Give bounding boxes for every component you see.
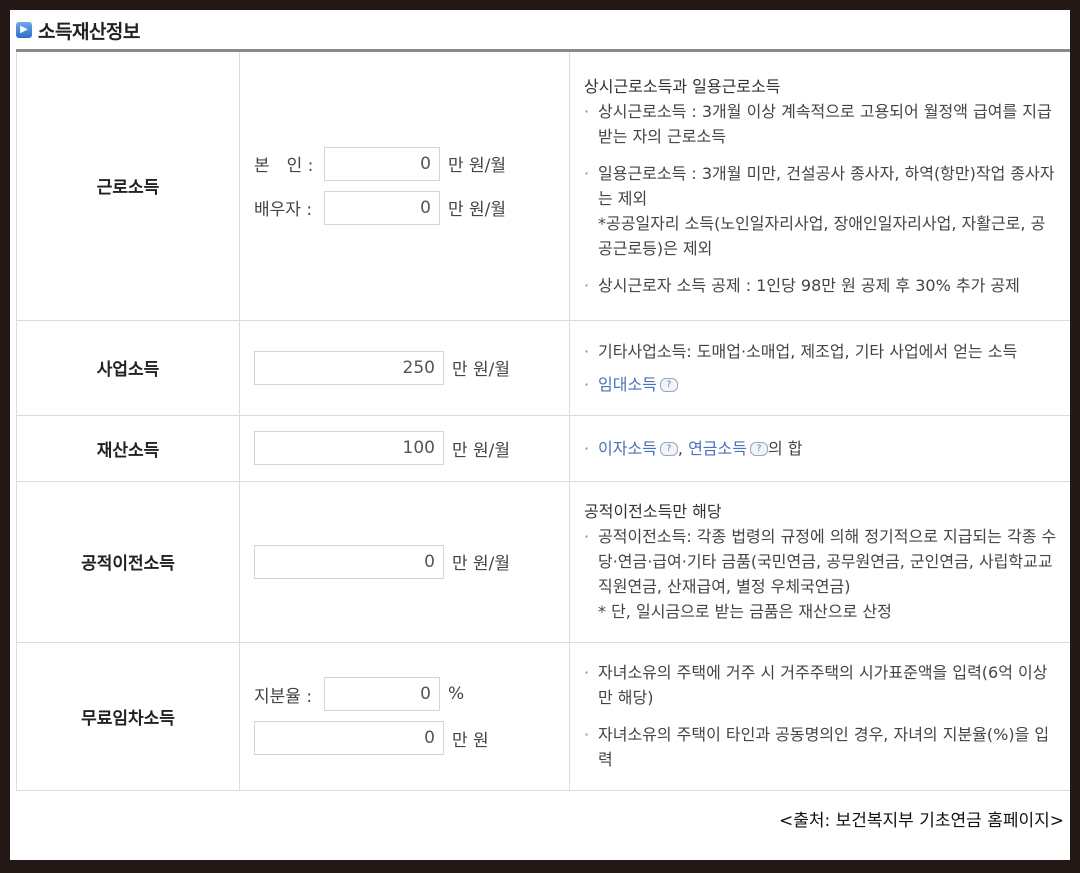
- income-property-panel: ▶ 소득재산정보 근로소득 본 인 : 0 만 원/월 배우자 : 0 만 원/…: [10, 10, 1070, 860]
- table-row-business-income: 사업소득 250 만 원/월 기타사업소득: 도매업·소매업, 제조업, 기타 …: [16, 320, 1070, 416]
- earned-self-input[interactable]: 0: [324, 146, 440, 181]
- help-bubble-icon[interactable]: ?: [659, 442, 678, 456]
- transfer-description: 공적이전소득만 해당 공적이전소득: 각종 법령의 규정에 의해 정기적으로 지…: [569, 481, 1070, 643]
- section-arrow-icon: ▶: [16, 22, 32, 38]
- earned-spouse-input[interactable]: 0: [324, 190, 440, 225]
- share-ratio-input[interactable]: 0: [324, 677, 440, 711]
- earned-desc-head: 상시근로소득과 일용근로소득: [584, 76, 781, 96]
- table-row-rentfree-income: 무료임차소득 지분율 : 0 % 0 만 원 자녀소유의 주택에 거주 시 거주…: [16, 642, 1070, 791]
- business-unit: 만 원/월: [452, 360, 511, 380]
- transfer-unit: 만 원/월: [452, 554, 511, 574]
- business-income-input[interactable]: 250: [254, 350, 444, 385]
- earned-spouse-unit: 만 원/월: [448, 200, 507, 221]
- property-description: 이자소득?, 연금소득?의 합: [569, 415, 1070, 482]
- rentfree-description: 자녀소유의 주택에 거주 시 거주주택의 시가표준액을 입력(6억 이상만 해당…: [569, 642, 1070, 791]
- earned-input-cell: 본 인 : 0 만 원/월 배우자 : 0 만 원/월: [239, 52, 570, 321]
- row-label-transfer: 공적이전소득: [16, 481, 240, 643]
- share-unit: %: [448, 684, 465, 704]
- table-row-property-income: 재산소득 100 만 원/월 이자소득?, 연금소득?의 합: [16, 415, 1070, 482]
- table-row-earned-income: 근로소득 본 인 : 0 만 원/월 배우자 : 0 만 원/월 상시근로소득과…: [16, 52, 1070, 321]
- transfer-desc-item: 공적이전소득: 각종 법령의 규정에 의해 정기적으로 지급되는 각종 수당·연…: [584, 524, 1058, 599]
- property-unit: 만 원/월: [452, 440, 511, 461]
- rentfree-amount-unit: 만 원: [452, 730, 489, 751]
- rental-income-link[interactable]: 임대소득: [598, 375, 657, 394]
- property-desc-tail: 의 합: [767, 438, 803, 458]
- rentfree-desc-item2: 자녀소유의 주택이 타인과 공동명의인 경우, 자녀의 지분율(%)을 입력: [584, 722, 1058, 772]
- self-label: 본 인 :: [254, 156, 314, 177]
- transfer-input-cell: 0 만 원/월: [239, 481, 570, 643]
- rentfree-desc-item1: 자녀소유의 주택에 거주 시 거주주택의 시가표준액을 입력(6억 이상만 해당…: [584, 660, 1058, 710]
- transfer-income-input[interactable]: 0: [254, 544, 444, 579]
- pension-income-link[interactable]: 연금소득: [688, 439, 747, 458]
- help-bubble-icon[interactable]: ?: [659, 378, 678, 392]
- row-label-business: 사업소득: [16, 320, 240, 416]
- earned-self-unit: 만 원/월: [448, 156, 507, 177]
- property-income-input[interactable]: 100: [254, 431, 444, 465]
- rentfree-amount-input[interactable]: 0: [254, 721, 444, 755]
- row-label-rentfree: 무료임차소득: [16, 642, 240, 791]
- rentfree-input-cell: 지분율 : 0 % 0 만 원: [239, 642, 570, 791]
- business-description: 기타사업소득: 도매업·소매업, 제조업, 기타 사업에서 얻는 소득 임대소득…: [569, 320, 1070, 416]
- help-bubble-icon[interactable]: ?: [749, 442, 768, 456]
- earned-description: 상시근로소득과 일용근로소득 상시근로소득 : 3개월 이상 계속적으로 고용되…: [569, 52, 1070, 321]
- property-input-cell: 100 만 원/월: [239, 415, 570, 482]
- section-title: 소득재산정보: [38, 20, 140, 43]
- earned-desc-daily: 일용근로소득 : 3개월 미만, 건설공사 종사자, 하역(항만)작업 종사자는…: [584, 161, 1058, 211]
- share-label: 지분율 :: [254, 686, 313, 707]
- transfer-desc-head: 공적이전소득만 해당: [584, 502, 722, 521]
- earned-desc-regular: 상시근로소득 : 3개월 이상 계속적으로 고용되어 월정액 급여를 지급 받는…: [584, 99, 1058, 149]
- interest-income-link[interactable]: 이자소득: [598, 439, 657, 458]
- property-desc-sep: ,: [677, 438, 689, 458]
- property-desc-item: 이자소득?, 연금소득?의 합: [584, 436, 1058, 461]
- row-label-earned: 근로소득: [16, 52, 240, 321]
- table-row-transfer-income: 공적이전소득 0 만 원/월 공적이전소득만 해당 공적이전소득: 각종 법령의…: [16, 481, 1070, 643]
- earned-desc-note: *공공일자리 소득(노인일자리사업, 장애인일자리사업, 자활근로, 공공근로등…: [598, 213, 1046, 258]
- rental-income-item: 임대소득?: [584, 372, 1058, 397]
- row-label-property: 재산소득: [16, 415, 240, 482]
- source-caption: <출처: 보건복지부 기초연금 홈페이지>: [778, 811, 1064, 831]
- business-input-cell: 250 만 원/월: [239, 320, 570, 416]
- earned-desc-deduction: 상시근로자 소득 공제 : 1인당 98만 원 공제 후 30% 추가 공제: [584, 273, 1058, 298]
- transfer-desc-note: * 단, 일시금으로 받는 금품은 재산으로 산정: [598, 602, 892, 621]
- spouse-label: 배우자 :: [254, 200, 313, 221]
- business-desc-other: 기타사업소득: 도매업·소매업, 제조업, 기타 사업에서 얻는 소득: [584, 339, 1058, 364]
- section-header: ▶ 소득재산정보: [16, 10, 1070, 50]
- income-table: 근로소득 본 인 : 0 만 원/월 배우자 : 0 만 원/월 상시근로소득과…: [16, 52, 1070, 791]
